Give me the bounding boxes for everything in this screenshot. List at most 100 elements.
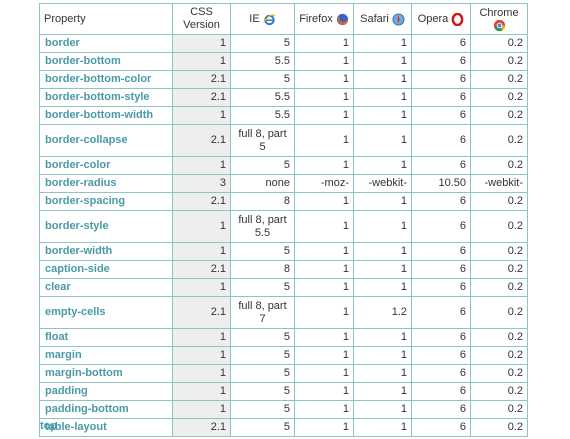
chrome-cell: 0.2 (470, 242, 528, 261)
firefox-cell: 1 (294, 52, 354, 71)
firefox-cell: 1 (294, 34, 354, 53)
opera-cell: 6 (411, 400, 471, 419)
firefox-cell: 1 (294, 88, 354, 107)
header-opera-label: Opera (417, 12, 449, 25)
header-chrome: Chrome (470, 3, 528, 35)
firefox-cell: 1 (294, 124, 354, 157)
ie-cell: none (230, 174, 295, 193)
table-row: margin 1 5 1 1 6 0.2 (39, 346, 528, 365)
property-cell: padding-bottom (39, 400, 173, 419)
table-row: border-style 1 full 8, part 5.5 1 1 6 0.2 (39, 210, 528, 243)
css-version-cell: 1 (172, 364, 231, 383)
safari-cell: 1 (353, 418, 412, 437)
css-version-cell: 1 (172, 34, 231, 53)
chrome-cell: -webkit- (470, 174, 528, 193)
opera-cell: 6 (411, 328, 471, 347)
table-row: table-layout 2.1 5 1 1 6 0.2 (39, 418, 528, 437)
property-cell: border-bottom-color (39, 70, 173, 89)
opera-cell: 6 (411, 124, 471, 157)
chrome-cell: 0.2 (470, 364, 528, 383)
header-property: Property (39, 3, 173, 35)
opera-logo-icon (451, 12, 464, 26)
safari-cell: 1 (353, 156, 412, 175)
safari-cell: 1 (353, 364, 412, 383)
opera-cell: 10.50 (411, 174, 471, 193)
ie-cell: 5 (230, 278, 295, 297)
ie-cell: 5.5 (230, 52, 295, 71)
safari-cell: 1 (353, 278, 412, 297)
chrome-cell: 0.2 (470, 382, 528, 401)
chrome-cell: 0.2 (470, 260, 528, 279)
table-row: border-width 1 5 1 1 6 0.2 (39, 242, 528, 261)
chrome-cell: 0.2 (470, 70, 528, 89)
chrome-logo-icon (493, 19, 505, 31)
firefox-cell: 1 (294, 328, 354, 347)
chrome-cell: 0.2 (470, 156, 528, 175)
property-cell: border-radius (39, 174, 173, 193)
firefox-cell: 1 (294, 364, 354, 383)
opera-cell: 6 (411, 382, 471, 401)
safari-cell: 1 (353, 400, 412, 419)
css-version-cell: 1 (172, 278, 231, 297)
css-version-cell: 1 (172, 210, 231, 243)
chrome-cell: 0.2 (470, 106, 528, 125)
ie-cell: 8 (230, 260, 295, 279)
opera-cell: 6 (411, 156, 471, 175)
css-version-cell: 3 (172, 174, 231, 193)
table-row: padding 1 5 1 1 6 0.2 (39, 382, 528, 401)
property-cell: caption-side (39, 260, 173, 279)
css-version-cell: 2.1 (172, 418, 231, 437)
opera-cell: 6 (411, 106, 471, 125)
ie-cell: 5 (230, 400, 295, 419)
ie-cell: 5 (230, 70, 295, 89)
table-row: empty-cells 2.1 full 8, part 7 1 1.2 6 0.2 (39, 296, 528, 329)
opera-cell: 6 (411, 418, 471, 437)
header-firefox-label: Firefox (299, 12, 333, 25)
header-safari-label: Safari (360, 12, 389, 25)
opera-cell: 6 (411, 260, 471, 279)
opera-cell: 6 (411, 346, 471, 365)
firefox-cell: 1 (294, 156, 354, 175)
table-row: caption-side 2.1 8 1 1 6 0.2 (39, 260, 528, 279)
safari-cell: 1 (353, 242, 412, 261)
property-cell: clear (39, 278, 173, 297)
ie-logo-icon (263, 14, 276, 25)
css-version-cell: 1 (172, 382, 231, 401)
firefox-cell: 1 (294, 278, 354, 297)
css-version-cell: 2.1 (172, 192, 231, 211)
safari-cell: 1.2 (353, 296, 412, 329)
firefox-cell: 1 (294, 192, 354, 211)
chrome-cell: 0.2 (470, 52, 528, 71)
safari-cell: -webkit- (353, 174, 412, 193)
table-row: border-bottom-style 2.1 5.5 1 1 6 0.2 (39, 88, 528, 107)
safari-cell: 1 (353, 124, 412, 157)
safari-logo-icon (392, 12, 405, 26)
safari-cell: 1 (353, 88, 412, 107)
property-cell: border-bottom-width (39, 106, 173, 125)
top-link[interactable]: top (40, 420, 57, 432)
css-version-cell: 2.1 (172, 88, 231, 107)
chrome-cell: 0.2 (470, 346, 528, 365)
property-cell: border-width (39, 242, 173, 261)
ie-cell: 5 (230, 328, 295, 347)
property-cell: float (39, 328, 173, 347)
firefox-cell: 1 (294, 260, 354, 279)
table-row: float 1 5 1 1 6 0.2 (39, 328, 528, 347)
property-cell: margin-bottom (39, 364, 173, 383)
compat-table-wrapper: Property CSS Version IE Firefox Safari O… (39, 3, 528, 437)
table-row: border 1 5 1 1 6 0.2 (39, 34, 528, 53)
firefox-cell: 1 (294, 418, 354, 437)
safari-cell: 1 (353, 260, 412, 279)
css-version-cell: 1 (172, 242, 231, 261)
property-cell: table-layout (39, 418, 173, 437)
css-version-cell: 2.1 (172, 260, 231, 279)
chrome-cell: 0.2 (470, 124, 528, 157)
property-cell: border (39, 34, 173, 53)
chrome-cell: 0.2 (470, 278, 528, 297)
opera-cell: 6 (411, 70, 471, 89)
header-firefox: Firefox (294, 3, 354, 35)
css-version-cell: 1 (172, 156, 231, 175)
chrome-cell: 0.2 (470, 296, 528, 329)
opera-cell: 6 (411, 278, 471, 297)
opera-cell: 6 (411, 364, 471, 383)
